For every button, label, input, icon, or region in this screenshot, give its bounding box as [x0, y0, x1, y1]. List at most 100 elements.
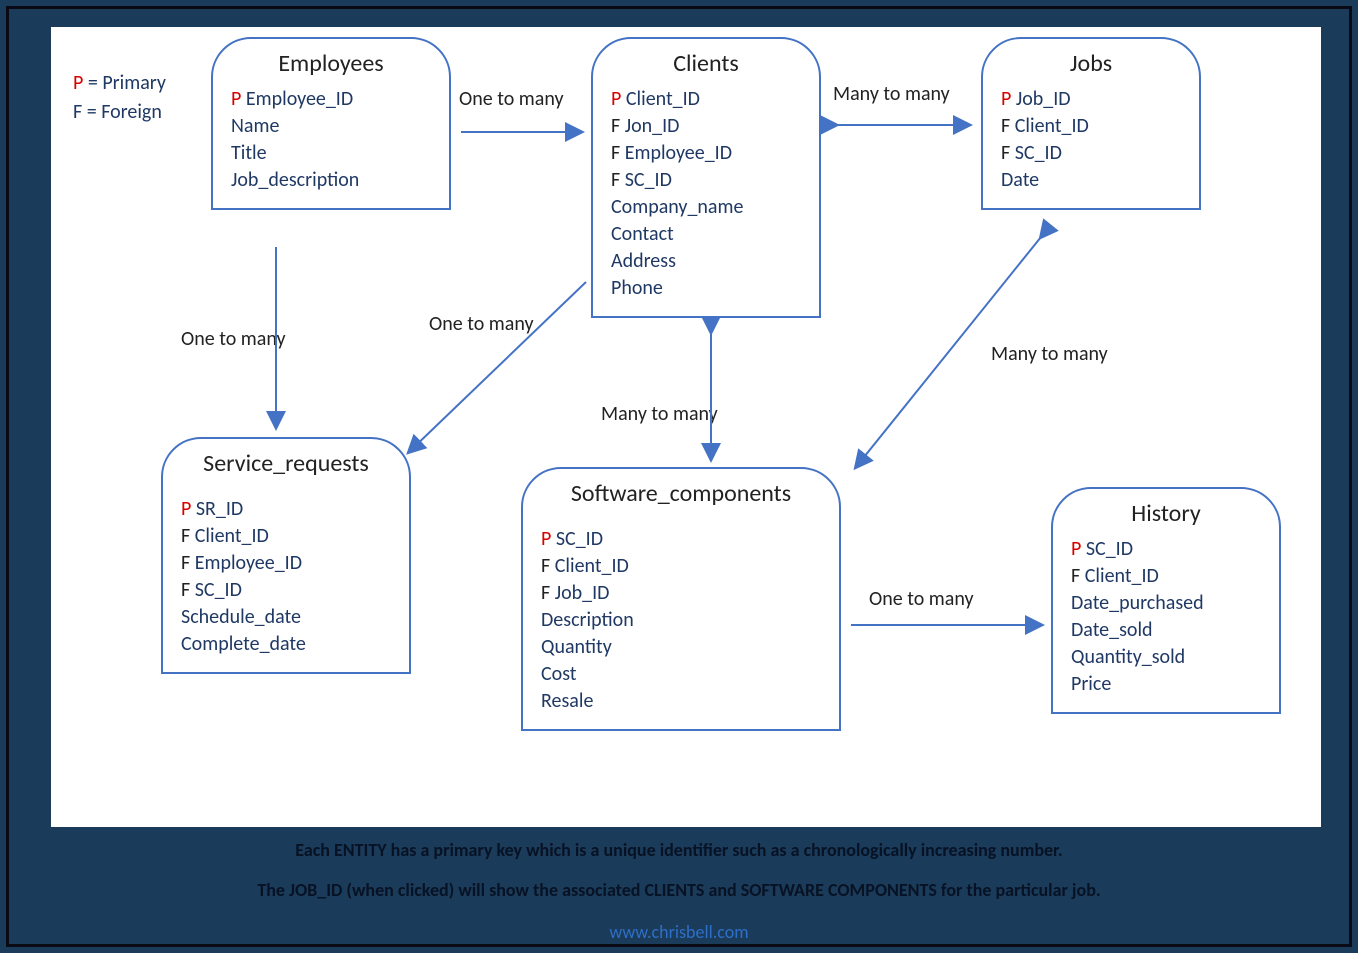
entity-service-requests: Service_requests P SR_IDF Client_IDF Emp… — [161, 437, 411, 674]
attr-name: Date_purchased — [1071, 591, 1204, 615]
attr-name: Client_ID — [195, 524, 269, 548]
foreign-key-icon: F — [181, 578, 195, 602]
rel-clients-jobs: Many to many — [833, 82, 950, 106]
attr-name: Phone — [611, 276, 663, 300]
rel-jobs-sc: Many to many — [991, 342, 1108, 366]
rel-clients-sc: Many to many — [601, 402, 718, 426]
foreign-key-icon: F — [1001, 114, 1015, 138]
attr-name: Schedule_date — [181, 605, 301, 629]
foreign-key-icon: F — [1071, 564, 1085, 588]
attr-line: Contact — [611, 221, 801, 248]
attr-line: P SC_ID — [1071, 536, 1261, 563]
legend-p-text: = Primary — [83, 71, 166, 95]
entity-clients: Clients P Client_IDF Jon_IDF Employee_ID… — [591, 37, 821, 318]
footer-link[interactable]: www.chrisbell.com — [9, 921, 1349, 943]
attr-name: Client_ID — [555, 554, 629, 578]
attr-name: Quantity_sold — [1071, 645, 1185, 669]
rel-emp-clients: One to many — [459, 87, 564, 111]
attr-name: Title — [231, 141, 267, 165]
foreign-key-icon: F — [611, 168, 625, 192]
foreign-key-icon: F — [541, 581, 555, 605]
attr-line: F SC_ID — [181, 577, 391, 604]
attr-line: F Client_ID — [1001, 113, 1181, 140]
attr-line: Schedule_date — [181, 604, 391, 631]
legend: P = Primary F = Foreign — [73, 69, 166, 127]
attr-name: Client_ID — [1015, 114, 1089, 138]
attr-name: Client_ID — [1085, 564, 1159, 588]
attr-line: P SC_ID — [541, 526, 821, 553]
entity-history: History P SC_IDF Client_ID Date_purchased… — [1051, 487, 1281, 714]
attr-line: Job_description — [231, 167, 431, 194]
attr-name: Employee_ID — [195, 551, 302, 575]
primary-key-icon: P — [611, 87, 626, 111]
attr-line: Quantity — [541, 634, 821, 661]
attr-line: P SR_ID — [181, 496, 391, 523]
attr-name: SC_ID — [556, 527, 603, 551]
attr-name: Cost — [541, 662, 577, 686]
foreign-key-icon: F — [181, 524, 195, 548]
attr-name: Job_ID — [555, 581, 610, 605]
attr-line: Address — [611, 248, 801, 275]
attr-line: Company_name — [611, 194, 801, 221]
primary-key-icon: P — [541, 527, 556, 551]
attr-name: Complete_date — [181, 632, 306, 656]
attr-name: Contact — [611, 222, 674, 246]
attr-name: Job_description — [231, 168, 359, 192]
primary-key-icon: P — [1001, 87, 1016, 111]
entity-title: Clients — [611, 49, 801, 78]
attr-name: SC_ID — [625, 168, 672, 192]
attr-list: P SC_IDF Client_IDF Job_IDDescriptionQua… — [541, 526, 821, 715]
attr-line: Cost — [541, 661, 821, 688]
attr-name: Resale — [541, 689, 593, 713]
attr-name: Name — [231, 114, 279, 138]
attr-name: Employee_ID — [246, 87, 353, 111]
attr-list: P SC_IDF Client_ID Date_purchased Date_sol… — [1071, 536, 1261, 698]
attr-line: Description — [541, 607, 821, 634]
legend-f: F — [73, 100, 82, 124]
rel-clients-sr: One to many — [429, 312, 534, 336]
attr-name: Date — [1001, 168, 1039, 192]
entity-jobs: Jobs P Job_IDF Client_IDF SC_IDDate — [981, 37, 1201, 210]
diagram-canvas: P = Primary F = Foreign Employees P Empl… — [51, 27, 1321, 827]
foreign-key-icon: F — [181, 551, 195, 575]
entity-title: Software_components — [541, 479, 821, 508]
attr-name: SR_ID — [196, 497, 243, 521]
foreign-key-icon: F — [541, 554, 555, 578]
attr-line: Date_sold — [1071, 617, 1261, 644]
diagram-frame: P = Primary F = Foreign Employees P Empl… — [6, 6, 1352, 947]
attr-line: F Client_ID — [541, 553, 821, 580]
foreign-key-icon: F — [611, 141, 625, 165]
attr-line: Name — [231, 113, 431, 140]
attr-name: Date_sold — [1071, 618, 1153, 642]
rel-emp-sr: One to many — [181, 327, 286, 351]
attr-name: SC_ID — [1086, 537, 1133, 561]
attr-line: F Employee_ID — [611, 140, 801, 167]
entity-employees: Employees P Employee_IDNameTitleJob_desc… — [211, 37, 451, 210]
attr-name: Price — [1071, 672, 1111, 696]
attr-list: P SR_IDF Client_IDF Employee_IDF SC_IDSc… — [181, 496, 391, 658]
attr-line: F SC_ID — [611, 167, 801, 194]
attr-line: Resale — [541, 688, 821, 715]
attr-line: F Job_ID — [541, 580, 821, 607]
entity-title: Jobs — [1001, 49, 1181, 78]
attr-list: P Job_IDF Client_IDF SC_IDDate — [1001, 86, 1181, 194]
attr-line: Complete_date — [181, 631, 391, 658]
attr-line: P Client_ID — [611, 86, 801, 113]
primary-key-icon: P — [1071, 537, 1086, 561]
attr-name: Employee_ID — [625, 141, 732, 165]
attr-line: F Employee_ID — [181, 550, 391, 577]
attr-line: P Employee_ID — [231, 86, 431, 113]
entity-title: Service_requests — [181, 449, 391, 478]
attr-name: Client_ID — [626, 87, 700, 111]
attr-line: Price — [1071, 671, 1261, 698]
attr-line: Date_purchased — [1071, 590, 1261, 617]
attr-line: Phone — [611, 275, 801, 302]
legend-f-text: = Foreign — [82, 100, 162, 124]
attr-name: Jon_ID — [625, 114, 680, 138]
attr-name: SC_ID — [195, 578, 242, 602]
rel-sc-history: One to many — [869, 587, 974, 611]
entity-title: History — [1071, 499, 1261, 528]
foreign-key-icon: F — [1001, 141, 1015, 165]
attr-list: P Employee_IDName Title Job_description — [231, 86, 431, 194]
caption-line2: The JOB_ID (when clicked) will show the … — [9, 879, 1349, 901]
